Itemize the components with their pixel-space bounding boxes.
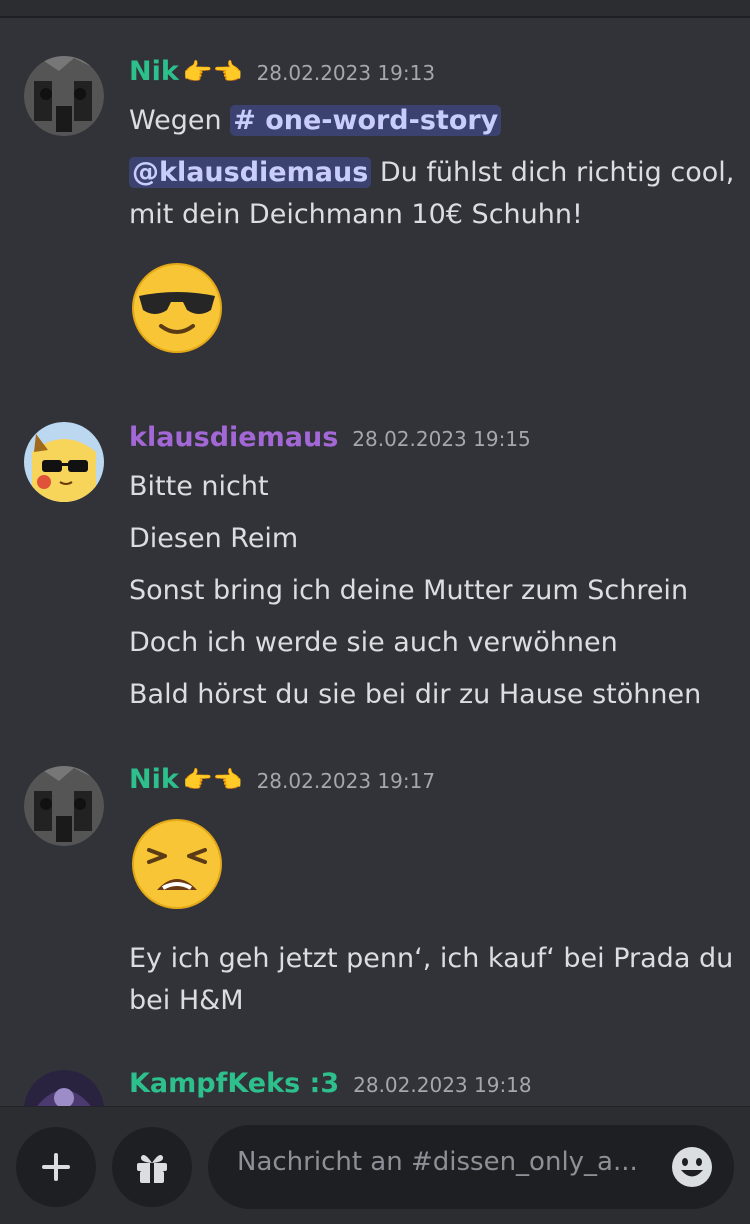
gift-button[interactable] — [112, 1127, 192, 1207]
message-text: Wegen — [129, 105, 222, 136]
emoji-icon[interactable] — [670, 1145, 714, 1189]
author-name[interactable]: Nik — [129, 764, 179, 795]
composer-bar: Nachricht an #dissen_only_a... — [0, 1106, 750, 1224]
avatar[interactable] — [24, 1070, 104, 1106]
message-list[interactable]: Nik 👉👈 28.02.2023 19:13 Wegen # one-word… — [0, 18, 750, 1106]
message-text: Bald hörst du sie bei dir zu Hause stöhn… — [129, 679, 702, 710]
author-emojis: 👉👈 — [182, 766, 243, 794]
message-input-placeholder: Nachricht an #dissen_only_a... — [237, 1147, 638, 1177]
avatar[interactable] — [24, 422, 104, 502]
message-text: mit dein Deichmann 10€ Schuhn! — [129, 199, 583, 230]
message-text: Sonst bring ich deine Mutter zum Schrein — [129, 575, 689, 606]
author-name[interactable]: klausdiemaus — [129, 422, 338, 453]
timestamp: 28.02.2023 19:18 — [353, 1073, 532, 1097]
user-mention[interactable]: @klausdiemaus — [129, 157, 372, 188]
top-bar — [0, 0, 750, 18]
channel-mention[interactable]: # one-word-story — [230, 105, 502, 136]
avatar[interactable] — [24, 56, 104, 136]
add-button[interactable] — [16, 1127, 96, 1207]
smiling-face-with-sunglasses-icon — [132, 263, 222, 353]
author-name[interactable]: Nik — [129, 56, 179, 87]
message-input[interactable]: Nachricht an #dissen_only_a... — [208, 1125, 734, 1209]
message-text: Diesen Reim — [129, 523, 299, 554]
author-name[interactable]: KampfKeks :3 — [129, 1068, 339, 1099]
plus-icon — [42, 1153, 70, 1181]
gift-icon — [137, 1155, 167, 1183]
author-emojis: 👉👈 — [182, 58, 243, 86]
message-text: Doch ich werde sie auch verwöhnen — [129, 627, 618, 658]
weary-face-icon — [132, 819, 222, 909]
timestamp: 28.02.2023 19:15 — [352, 427, 531, 451]
message-text: Du fühlst dich richtig cool, — [371, 157, 735, 188]
timestamp: 28.02.2023 19:17 — [256, 769, 436, 793]
avatar[interactable] — [24, 766, 104, 846]
message-text: Ey ich geh jetzt penn‘, ich kauf‘ bei Pr… — [129, 943, 734, 974]
timestamp: 28.02.2023 19:13 — [256, 61, 436, 85]
message-text: bei H&M — [129, 985, 244, 1016]
message-text: Bitte nicht — [129, 471, 269, 502]
